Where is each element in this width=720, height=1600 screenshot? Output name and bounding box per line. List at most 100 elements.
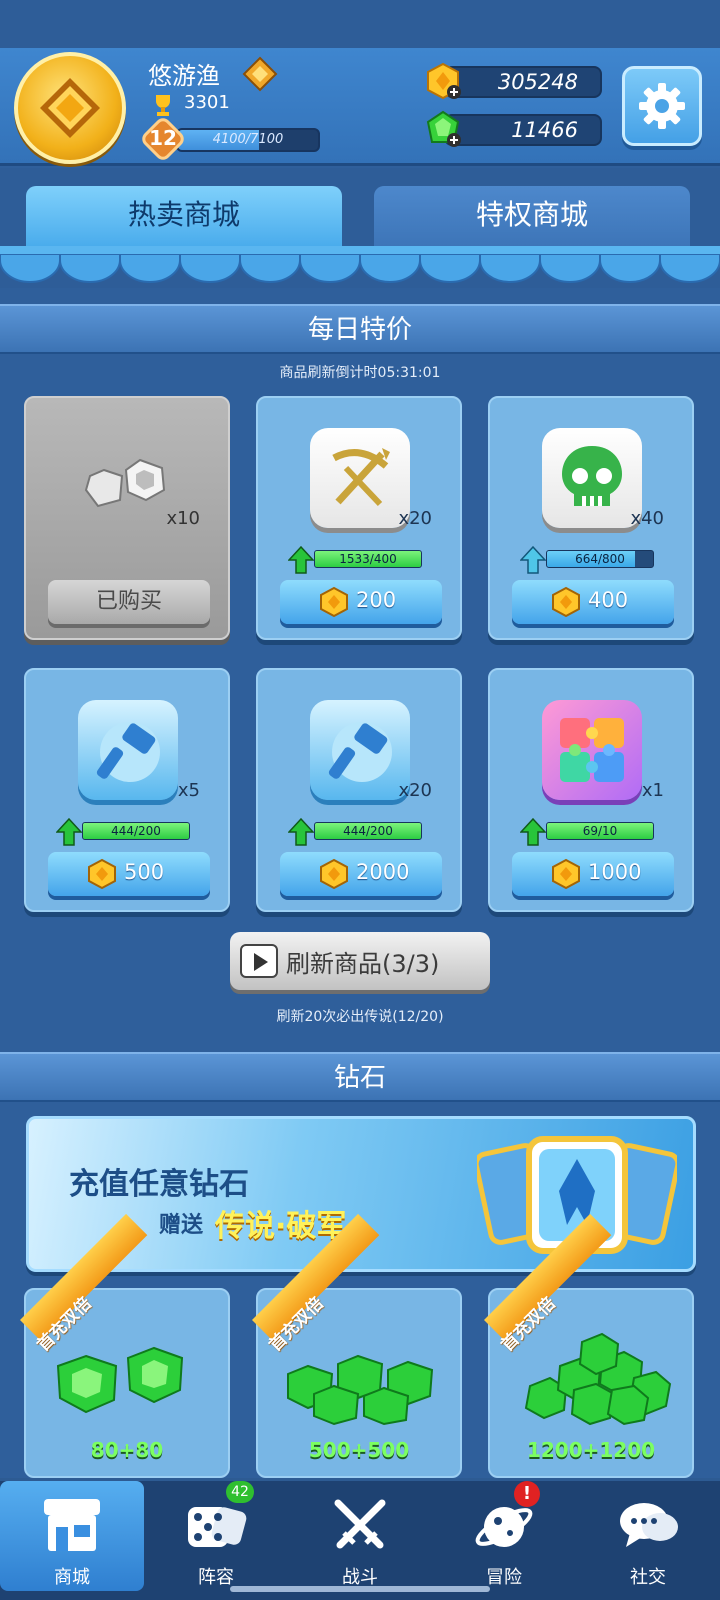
buy-button[interactable]: 500 [48,852,210,896]
xp-bar: 4100/7100 [176,128,320,152]
diamond-header: 钻石 [0,1052,720,1102]
diamond-amount: 500+500 [308,1438,410,1462]
tab-privilege-shop[interactable]: 特权商城 [374,186,690,246]
play-video-icon [240,944,278,978]
gem-amount: 11466 [511,118,578,142]
card-progress-bar: 664/800 [546,550,654,568]
card-progress-bar: 69/10 [546,822,654,840]
card-progress-bar: 444/200 [314,822,422,840]
skull-icon [562,446,622,506]
banner-title: 充值任意钻石 [69,1167,249,1202]
progress-text: 664/800 [575,552,625,566]
adventure-alert-badge: ! [514,1481,540,1507]
progress-text: 444/200 [111,824,161,838]
gold-coin-add-icon[interactable] [424,62,462,100]
deal-card-crossbow[interactable]: x20 1533/400 200 [256,396,462,640]
banner-hero-name: 传说·破军 [215,1209,347,1244]
purchased-button: 已购买 [48,580,210,624]
refresh-note: 刷新20次必出传说(12/20) [276,1009,444,1025]
bottom-nav: 商城 42 阵容 战斗 ! 冒险 社交 [0,1478,720,1600]
buy-button[interactable]: 200 [280,580,442,624]
card-progress-bar: 1533/400 [314,550,422,568]
gold-coin-icon [552,586,580,618]
hammer-icon [328,722,392,782]
deal-card-skull[interactable]: x40 664/800 400 [488,396,694,640]
trophy-count: 3301 [184,92,230,113]
rank-emblem-icon [40,78,100,138]
nav-label: 社交 [630,1567,666,1588]
rank-badge-icon [242,56,278,92]
crossbow-icon [332,448,390,507]
diamond-pack-large[interactable]: 首充双倍 1200+1200 [484,1213,694,1478]
player-avatar[interactable] [14,52,126,164]
refresh-countdown: 商品刷新倒计时05:31:01 [279,365,441,381]
item-quantity: x5 [177,780,200,801]
green-gem-add-icon[interactable] [424,110,462,148]
level-number: 12 [149,126,177,150]
progress-text: 1533/400 [339,552,397,566]
nav-shop[interactable]: 商城 [0,1481,144,1591]
shop-tabs: 热卖商城 特权商城 [0,168,720,288]
shop-icon [44,1499,100,1551]
deal-card-silver-gems: x10 已购买 [24,396,230,640]
nav-battle[interactable]: 战斗 [288,1481,432,1591]
upgrade-arrow-icon [520,818,546,846]
price: 400 [588,588,629,612]
item-tile [310,700,410,800]
buy-button[interactable]: 1000 [512,852,674,896]
gold-coin-icon [552,858,580,890]
refresh-shop-button[interactable]: 刷新商品(3/3) [230,932,490,990]
item-quantity: x40 [630,508,664,529]
diamond-pack-small[interactable]: 首充双倍 80+80 [20,1213,230,1478]
item-tile [542,428,642,528]
swords-icon [334,1499,386,1549]
trophy-icon [156,95,170,116]
diamond-pack-medium[interactable]: 首充双倍 500+500 [252,1213,462,1478]
price: 200 [356,588,397,612]
daily-deals-header: 每日特价 [0,304,720,354]
diamond-amount: 1200+1200 [526,1438,656,1462]
deal-card-hammer-small[interactable]: x5 444/200 500 [24,668,230,912]
puzzle-icon [560,718,624,782]
player-header: 悠游渔 3301 4100/7100 12 305248 11466 [0,48,720,166]
status-bar [0,0,720,48]
xp-text: 4100/7100 [212,132,284,147]
card-progress-bar: 444/200 [82,822,190,840]
upgrade-arrow-icon [520,546,546,574]
item-tile [310,428,410,528]
nav-lineup[interactable]: 42 阵容 [144,1481,288,1591]
upgrade-arrow-icon [56,818,82,846]
settings-button[interactable] [622,66,702,146]
hammer-icon [96,722,160,782]
gold-amount: 305248 [497,70,578,94]
chat-icon [620,1503,678,1547]
item-tile [542,700,642,800]
awning-decoration [0,254,720,283]
green-gems-pile-icon [524,1332,672,1426]
nav-adventure[interactable]: ! 冒险 [432,1481,576,1591]
item-tile [78,700,178,800]
gem-balance: 11466 [444,114,602,146]
progress-text: 444/200 [343,824,393,838]
banner-gift: 赠送 [159,1213,204,1238]
deal-card-hammer-large[interactable]: x20 444/200 2000 [256,668,462,912]
upgrade-arrow-icon [288,818,314,846]
gold-balance: 305248 [444,66,602,98]
buy-button[interactable]: 2000 [280,852,442,896]
item-quantity: x20 [398,780,432,801]
gold-coin-icon [320,586,348,618]
progress-text: 69/10 [582,824,618,838]
gold-coin-icon [320,858,348,890]
price: 2000 [356,860,410,884]
buy-button[interactable]: 400 [512,580,674,624]
silver-gem-icon [84,458,166,508]
nav-social[interactable]: 社交 [576,1481,720,1591]
upgrade-arrow-icon [288,546,314,574]
home-indicator [230,1586,490,1592]
item-quantity: x10 [166,508,200,529]
item-quantity: x20 [398,508,432,529]
deal-card-puzzle[interactable]: x1 69/10 1000 [488,668,694,912]
gold-coin-icon [88,858,116,890]
diamond-amount: 80+80 [90,1438,164,1462]
tab-hot-shop[interactable]: 热卖商城 [26,186,342,246]
